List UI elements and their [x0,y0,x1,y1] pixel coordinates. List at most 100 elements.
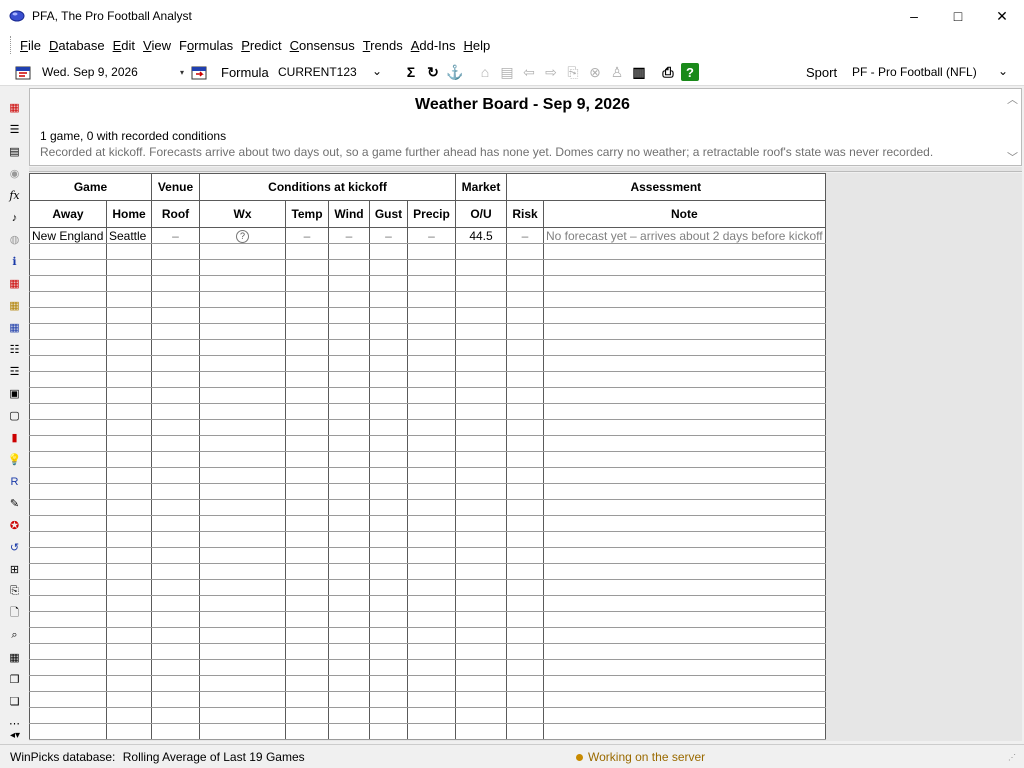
empty-cell[interactable] [407,355,456,372]
empty-cell[interactable] [407,259,456,276]
empty-cell[interactable] [407,499,456,516]
empty-cell[interactable] [199,595,286,612]
empty-cell[interactable] [455,547,507,564]
empty-cell[interactable] [328,419,370,436]
empty-cell[interactable] [506,355,544,372]
empty-cell[interactable] [106,659,152,676]
empty-cell[interactable] [407,451,456,468]
empty-cell[interactable] [543,723,826,740]
empty-cell[interactable] [455,323,507,340]
resize-grip-icon[interactable]: ⋰ [1008,753,1016,762]
empty-cell[interactable] [455,355,507,372]
empty-row[interactable] [29,483,826,500]
empty-cell[interactable] [369,243,408,260]
empty-row[interactable] [29,499,826,516]
empty-cell[interactable] [151,579,200,596]
empty-row[interactable] [29,643,826,660]
empty-cell[interactable] [455,275,507,292]
matrix-icon[interactable]: ⊞ [6,561,23,578]
empty-cell[interactable] [199,339,286,356]
close-button[interactable]: ✕ [980,0,1024,32]
minimize-button[interactable]: – [892,0,936,32]
cell-away[interactable]: New England [29,227,107,244]
empty-row[interactable] [29,579,826,596]
splitter[interactable] [29,167,1022,172]
go-to-date-icon[interactable] [190,63,208,81]
empty-cell[interactable] [369,483,408,500]
scroll-more-icon[interactable]: ◂▾ [4,727,26,744]
empty-cell[interactable] [407,243,456,260]
empty-cell[interactable] [151,531,200,548]
empty-cell[interactable] [285,403,329,420]
empty-cell[interactable] [29,515,107,532]
empty-cell[interactable] [106,515,152,532]
empty-cell[interactable] [285,467,329,484]
empty-cell[interactable] [285,387,329,404]
empty-cell[interactable] [407,563,456,580]
empty-cell[interactable] [455,419,507,436]
empty-cell[interactable] [369,467,408,484]
magnifier-icon[interactable]: ⌕ [6,627,23,644]
cell-wind[interactable]: – [328,227,370,244]
empty-cell[interactable] [506,627,544,644]
empty-cell[interactable] [151,659,200,676]
empty-cell[interactable] [543,419,826,436]
empty-cell[interactable] [369,563,408,580]
empty-cell[interactable] [106,691,152,708]
empty-cell[interactable] [543,467,826,484]
empty-cell[interactable] [151,371,200,388]
empty-cell[interactable] [328,563,370,580]
empty-cell[interactable] [369,723,408,740]
empty-cell[interactable] [199,323,286,340]
empty-cell[interactable] [151,675,200,692]
empty-row[interactable] [29,307,826,324]
empty-cell[interactable] [407,707,456,724]
print-icon[interactable]: ⎙ [659,63,677,81]
empty-cell[interactable] [328,451,370,468]
empty-cell[interactable] [506,323,544,340]
sport-select[interactable]: PF - Pro Football (NFL) ⌄ [846,62,1012,82]
empty-cell[interactable] [407,371,456,388]
empty-cell[interactable] [506,259,544,276]
empty-cell[interactable] [199,547,286,564]
empty-row[interactable] [29,723,826,740]
empty-row[interactable] [29,355,826,372]
empty-cell[interactable] [455,531,507,548]
empty-cell[interactable] [151,323,200,340]
empty-cell[interactable] [151,627,200,644]
empty-cell[interactable] [29,563,107,580]
empty-cell[interactable] [151,547,200,564]
empty-cell[interactable] [106,579,152,596]
empty-cell[interactable] [506,595,544,612]
header-scrollbar[interactable]: ︿ ﹀ [1004,89,1021,165]
col-header-wx[interactable]: Wx [199,200,286,228]
empty-cell[interactable] [151,355,200,372]
empty-cell[interactable] [407,531,456,548]
menu-item-view[interactable]: View [139,38,175,53]
empty-cell[interactable] [506,435,544,452]
scroll-down-icon[interactable]: ﹀ [1007,149,1018,165]
empty-cell[interactable] [455,243,507,260]
empty-cell[interactable] [369,291,408,308]
empty-cell[interactable] [285,419,329,436]
empty-row[interactable] [29,243,826,260]
empty-cell[interactable] [407,643,456,660]
empty-cell[interactable] [543,371,826,388]
empty-cell[interactable] [285,435,329,452]
empty-cell[interactable] [285,611,329,628]
empty-cell[interactable] [199,691,286,708]
calendar-icon[interactable] [14,63,32,81]
empty-cell[interactable] [151,499,200,516]
empty-cell[interactable] [106,291,152,308]
empty-cell[interactable] [543,707,826,724]
empty-cell[interactable] [199,435,286,452]
empty-cell[interactable] [407,515,456,532]
empty-cell[interactable] [543,515,826,532]
music-icon[interactable]: ♪ [6,209,23,226]
empty-cell[interactable] [407,307,456,324]
empty-cell[interactable] [151,403,200,420]
date-picker[interactable]: Wed. Sep 9, 2026 ▾ [38,62,186,82]
empty-cell[interactable] [106,243,152,260]
empty-cell[interactable] [285,675,329,692]
empty-row[interactable] [29,387,826,404]
